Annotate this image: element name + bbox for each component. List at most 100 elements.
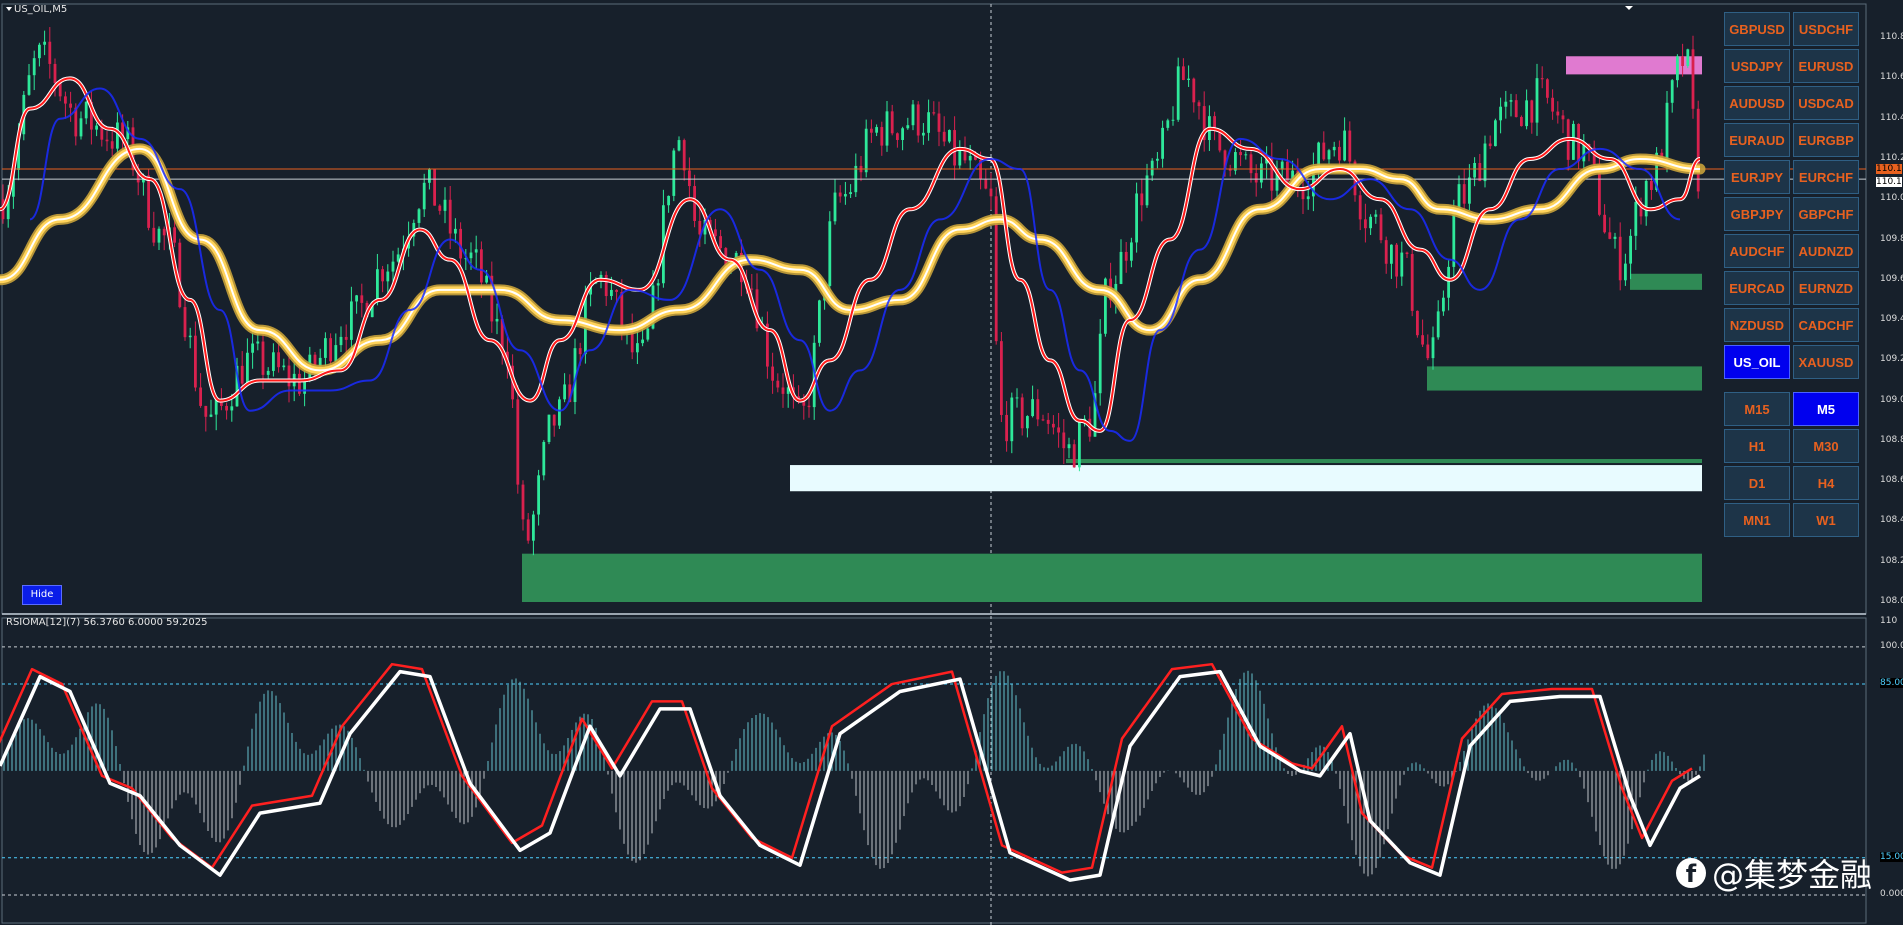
candle-body bbox=[1452, 210, 1456, 267]
timeframe-button-m5[interactable]: M5 bbox=[1793, 392, 1859, 426]
candle-body bbox=[1260, 163, 1263, 183]
symbol-button-eurusd[interactable]: EURUSD bbox=[1793, 49, 1859, 83]
price-zone bbox=[1066, 459, 1702, 464]
symbol-button-eurgbp[interactable]: EURGBP bbox=[1793, 123, 1859, 157]
candle-body bbox=[1374, 214, 1378, 217]
indicator-tick-label: 100.0 bbox=[1880, 640, 1903, 651]
symbol-button-gbpjpy[interactable]: GBPJPY bbox=[1724, 197, 1790, 231]
candle-body bbox=[1644, 180, 1648, 217]
candle-body bbox=[339, 336, 343, 346]
symbol-button-eurjpy[interactable]: EURJPY bbox=[1724, 160, 1790, 194]
candle-body bbox=[1000, 341, 1003, 415]
candle-body bbox=[84, 101, 88, 119]
candle-body bbox=[48, 41, 52, 64]
candle-body bbox=[807, 405, 811, 408]
candle-body bbox=[1322, 142, 1326, 160]
timeframe-button-w1[interactable]: W1 bbox=[1793, 503, 1859, 537]
slow-ma-ribbon-core bbox=[0, 147, 1701, 372]
hide-button[interactable]: Hide bbox=[22, 585, 62, 605]
symbol-button-eurchf[interactable]: EURCHF bbox=[1793, 160, 1859, 194]
price-zone bbox=[522, 553, 1702, 602]
symbol-button-eurcad[interactable]: EURCAD bbox=[1724, 271, 1790, 305]
candle-body bbox=[1608, 232, 1612, 239]
candle-body bbox=[240, 365, 244, 384]
symbol-button-gbpchf[interactable]: GBPCHF bbox=[1793, 197, 1859, 231]
current-price-label: 110.1 bbox=[1876, 177, 1902, 187]
candle-body bbox=[1343, 130, 1346, 161]
timeframe-button-h4[interactable]: H4 bbox=[1793, 466, 1859, 500]
candle-body bbox=[646, 328, 650, 340]
candle-body bbox=[1551, 97, 1554, 112]
price-tick-label: 110.6 bbox=[1880, 72, 1903, 83]
candle-body bbox=[1364, 219, 1367, 229]
candle-body bbox=[880, 127, 884, 146]
candle-body bbox=[391, 261, 395, 272]
candle-body bbox=[526, 519, 530, 541]
candle-body bbox=[209, 414, 213, 417]
candle-body bbox=[417, 209, 421, 223]
symbol-button-usdcad[interactable]: USDCAD bbox=[1793, 86, 1859, 120]
symbol-button-eurnzd[interactable]: EURNZD bbox=[1793, 271, 1859, 305]
symbol-button-us_oil[interactable]: US_OIL bbox=[1724, 345, 1790, 379]
candle-body bbox=[552, 414, 556, 426]
candle-body bbox=[1540, 78, 1544, 80]
price-tick-label: 108.2 bbox=[1880, 555, 1903, 566]
candle-body bbox=[1681, 56, 1684, 66]
candle-body bbox=[1057, 427, 1060, 433]
candle-body bbox=[656, 283, 660, 286]
candle-body bbox=[1166, 120, 1170, 128]
rsioma-line bbox=[0, 669, 1701, 882]
candle-body bbox=[537, 475, 540, 515]
candle-body bbox=[1421, 335, 1424, 345]
candle-body bbox=[1327, 150, 1331, 160]
timeframe-button-h1[interactable]: H1 bbox=[1724, 429, 1790, 463]
symbol-button-audnzd[interactable]: AUDNZD bbox=[1793, 234, 1859, 268]
candle-body bbox=[287, 365, 291, 387]
symbol-button-cadchf[interactable]: CADCHF bbox=[1793, 308, 1859, 342]
candle-body bbox=[329, 338, 332, 362]
candle-body bbox=[266, 370, 270, 375]
symbol-button-nzdusd[interactable]: NZDUSD bbox=[1724, 308, 1790, 342]
candle-body bbox=[937, 113, 941, 132]
timeframe-button-m30[interactable]: M30 bbox=[1793, 429, 1859, 463]
slow-ma-ribbon-outer bbox=[0, 143, 1706, 376]
candle-body bbox=[350, 301, 353, 340]
candle-body bbox=[1447, 266, 1450, 298]
symbol-button-audchf[interactable]: AUDCHF bbox=[1724, 234, 1790, 268]
candle-body bbox=[1509, 100, 1513, 102]
timeframe-button-m15[interactable]: M15 bbox=[1724, 392, 1790, 426]
candle-body bbox=[781, 387, 785, 394]
candle-body bbox=[1473, 162, 1476, 178]
candle-body bbox=[376, 269, 379, 303]
symbol-button-audusd[interactable]: AUDUSD bbox=[1724, 86, 1790, 120]
candle-body bbox=[1026, 416, 1029, 429]
symbol-button-gbpusd[interactable]: GBPUSD bbox=[1724, 12, 1790, 46]
candle-body bbox=[204, 405, 208, 417]
candle-body bbox=[1426, 344, 1430, 359]
candle-body bbox=[32, 58, 36, 76]
candle-body bbox=[1150, 160, 1154, 176]
candle-body bbox=[324, 338, 327, 358]
symbol-button-euraud[interactable]: EURAUD bbox=[1724, 123, 1790, 157]
candle-body bbox=[1442, 297, 1445, 312]
candle-body bbox=[454, 228, 457, 234]
timeframe-button-mn1[interactable]: MN1 bbox=[1724, 503, 1790, 537]
symbol-button-usdchf[interactable]: USDCHF bbox=[1793, 12, 1859, 46]
symbol-button-usdjpy[interactable]: USDJPY bbox=[1724, 49, 1790, 83]
candle-body bbox=[443, 199, 447, 211]
candle-body bbox=[1156, 158, 1159, 161]
candle-body bbox=[1005, 414, 1008, 442]
candle-body bbox=[682, 140, 686, 171]
price-tick-label: 108.4 bbox=[1880, 515, 1903, 526]
candle-body bbox=[771, 366, 774, 381]
candle-body bbox=[1462, 184, 1466, 204]
candle-body bbox=[984, 179, 988, 189]
chart-canvas[interactable] bbox=[0, 0, 1903, 925]
timeframe-button-d1[interactable]: D1 bbox=[1724, 466, 1790, 500]
indicator-tick-label: 0.000 bbox=[1880, 889, 1903, 899]
candle-body bbox=[1395, 244, 1398, 277]
candle-body bbox=[1036, 399, 1040, 420]
symbol-button-xauusd[interactable]: XAUUSD bbox=[1793, 345, 1859, 379]
candle-body bbox=[864, 128, 868, 173]
candle-body bbox=[69, 103, 72, 108]
